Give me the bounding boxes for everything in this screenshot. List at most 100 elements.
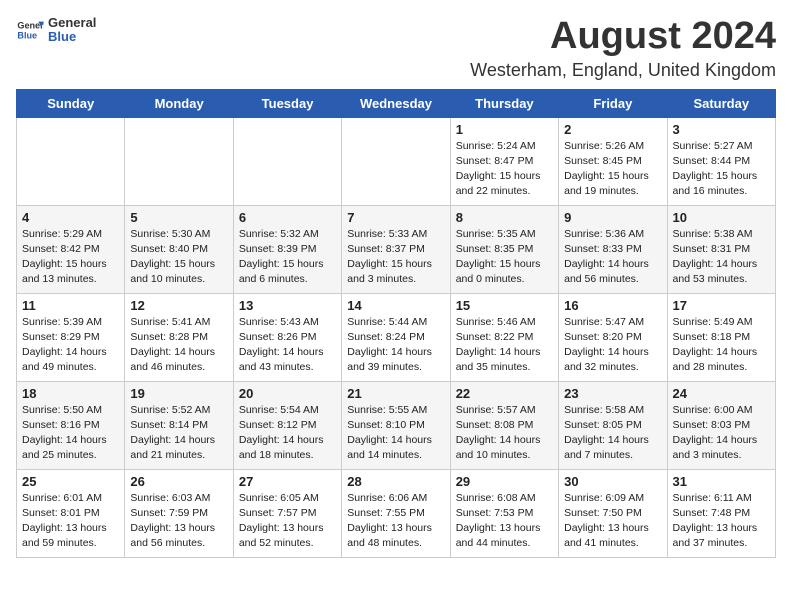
day-number: 10: [673, 210, 770, 225]
week-row-4: 18Sunrise: 5:50 AM Sunset: 8:16 PM Dayli…: [17, 381, 776, 469]
calendar-cell: 11 Sunrise: 5:39 AM Sunset: 8:29 PM Dayli…: [17, 293, 125, 381]
day-number: 6: [239, 210, 336, 225]
day-info: Sunrise: 5:50 AM Sunset: 8:16 PM Dayligh…: [22, 403, 119, 464]
week-row-1: 1 Sunrise: 5:24 AM Sunset: 8:47 PM Daylig…: [17, 117, 776, 205]
calendar-cell: 25 Sunrise: 6:01 AM Sunset: 8:01 PM Dayli…: [17, 469, 125, 557]
day-number: 5: [130, 210, 227, 225]
day-info: Sunrise: 5:36 AM Sunset: 8:33 PM Dayligh…: [564, 227, 661, 288]
day-info: Sunrise: 6:01 AM Sunset: 8:01 PM Dayligh…: [22, 491, 119, 552]
day-info: Sunrise: 5:46 AM Sunset: 8:22 PM Dayligh…: [456, 315, 553, 376]
day-number: 11: [22, 298, 119, 313]
day-info: Sunrise: 5:30 AM Sunset: 8:40 PM Dayligh…: [130, 227, 227, 288]
weekday-header-sunday: Sunday: [17, 89, 125, 117]
weekday-header-wednesday: Wednesday: [342, 89, 450, 117]
calendar-table: SundayMondayTuesdayWednesdayThursdayFrid…: [16, 89, 776, 558]
day-number: 3: [673, 122, 770, 137]
calendar-cell: 23 Sunrise: 5:58 AM Sunset: 8:05 PM Dayli…: [559, 381, 667, 469]
day-info: Sunrise: 5:43 AM Sunset: 8:26 PM Dayligh…: [239, 315, 336, 376]
day-info: Sunrise: 6:05 AM Sunset: 7:57 PM Dayligh…: [239, 491, 336, 552]
logo: General Blue General Blue: [16, 16, 96, 45]
calendar-cell: 28 Sunrise: 6:06 AM Sunset: 7:55 PM Dayli…: [342, 469, 450, 557]
day-info: Sunrise: 5:39 AM Sunset: 8:29 PM Dayligh…: [22, 315, 119, 376]
calendar-cell: 14Sunrise: 5:44 AM Sunset: 8:24 PM Dayli…: [342, 293, 450, 381]
calendar-cell: 10 Sunrise: 5:38 AM Sunset: 8:31 PM Dayli…: [667, 205, 775, 293]
day-info: Sunrise: 6:06 AM Sunset: 7:55 PM Dayligh…: [347, 491, 444, 552]
day-info: Sunrise: 5:57 AM Sunset: 8:08 PM Dayligh…: [456, 403, 553, 464]
day-info: Sunrise: 6:09 AM Sunset: 7:50 PM Dayligh…: [564, 491, 661, 552]
logo-general-text: General: [48, 16, 96, 30]
weekday-header-row: SundayMondayTuesdayWednesdayThursdayFrid…: [17, 89, 776, 117]
weekday-header-saturday: Saturday: [667, 89, 775, 117]
day-number: 29: [456, 474, 553, 489]
month-year-title: August 2024: [470, 16, 776, 58]
calendar-cell: 18Sunrise: 5:50 AM Sunset: 8:16 PM Dayli…: [17, 381, 125, 469]
day-number: 15: [456, 298, 553, 313]
day-info: Sunrise: 5:49 AM Sunset: 8:18 PM Dayligh…: [673, 315, 770, 376]
calendar-cell: 6 Sunrise: 5:32 AM Sunset: 8:39 PM Daylig…: [233, 205, 341, 293]
calendar-cell: 17 Sunrise: 5:49 AM Sunset: 8:18 PM Dayli…: [667, 293, 775, 381]
day-info: Sunrise: 5:54 AM Sunset: 8:12 PM Dayligh…: [239, 403, 336, 464]
day-number: 22: [456, 386, 553, 401]
day-number: 8: [456, 210, 553, 225]
calendar-cell: 2Sunrise: 5:26 AM Sunset: 8:45 PM Daylig…: [559, 117, 667, 205]
day-number: 25: [22, 474, 119, 489]
day-info: Sunrise: 5:33 AM Sunset: 8:37 PM Dayligh…: [347, 227, 444, 288]
day-number: 26: [130, 474, 227, 489]
day-number: 14: [347, 298, 444, 313]
day-number: 30: [564, 474, 661, 489]
day-info: Sunrise: 5:38 AM Sunset: 8:31 PM Dayligh…: [673, 227, 770, 288]
calendar-cell: 29Sunrise: 6:08 AM Sunset: 7:53 PM Dayli…: [450, 469, 558, 557]
location-subtitle: Westerham, England, United Kingdom: [470, 60, 776, 81]
svg-text:Blue: Blue: [17, 31, 37, 41]
calendar-cell: 7Sunrise: 5:33 AM Sunset: 8:37 PM Daylig…: [342, 205, 450, 293]
calendar-cell: 5 Sunrise: 5:30 AM Sunset: 8:40 PM Daylig…: [125, 205, 233, 293]
day-number: 23: [564, 386, 661, 401]
day-info: Sunrise: 5:27 AM Sunset: 8:44 PM Dayligh…: [673, 139, 770, 200]
day-number: 19: [130, 386, 227, 401]
day-number: 13: [239, 298, 336, 313]
day-number: 17: [673, 298, 770, 313]
calendar-cell: 4 Sunrise: 5:29 AM Sunset: 8:42 PM Daylig…: [17, 205, 125, 293]
calendar-cell: 22 Sunrise: 5:57 AM Sunset: 8:08 PM Dayli…: [450, 381, 558, 469]
day-info: Sunrise: 5:24 AM Sunset: 8:47 PM Dayligh…: [456, 139, 553, 200]
day-info: Sunrise: 5:32 AM Sunset: 8:39 PM Dayligh…: [239, 227, 336, 288]
day-number: 16: [564, 298, 661, 313]
weekday-header-thursday: Thursday: [450, 89, 558, 117]
day-info: Sunrise: 5:26 AM Sunset: 8:45 PM Dayligh…: [564, 139, 661, 200]
day-info: Sunrise: 6:03 AM Sunset: 7:59 PM Dayligh…: [130, 491, 227, 552]
weekday-header-friday: Friday: [559, 89, 667, 117]
calendar-cell: [233, 117, 341, 205]
day-number: 28: [347, 474, 444, 489]
calendar-cell: 3 Sunrise: 5:27 AM Sunset: 8:44 PM Daylig…: [667, 117, 775, 205]
day-number: 24: [673, 386, 770, 401]
calendar-cell: [342, 117, 450, 205]
calendar-cell: 19Sunrise: 5:52 AM Sunset: 8:14 PM Dayli…: [125, 381, 233, 469]
title-block: August 2024 Westerham, England, United K…: [470, 16, 776, 81]
header: General Blue General Blue August 2024 We…: [16, 16, 776, 81]
day-number: 1: [456, 122, 553, 137]
day-number: 21: [347, 386, 444, 401]
week-row-2: 4 Sunrise: 5:29 AM Sunset: 8:42 PM Daylig…: [17, 205, 776, 293]
day-number: 9: [564, 210, 661, 225]
calendar-cell: 20Sunrise: 5:54 AM Sunset: 8:12 PM Dayli…: [233, 381, 341, 469]
calendar-cell: 15 Sunrise: 5:46 AM Sunset: 8:22 PM Dayli…: [450, 293, 558, 381]
day-info: Sunrise: 5:41 AM Sunset: 8:28 PM Dayligh…: [130, 315, 227, 376]
calendar-cell: 21Sunrise: 5:55 AM Sunset: 8:10 PM Dayli…: [342, 381, 450, 469]
week-row-3: 11 Sunrise: 5:39 AM Sunset: 8:29 PM Dayli…: [17, 293, 776, 381]
day-number: 12: [130, 298, 227, 313]
day-info: Sunrise: 6:11 AM Sunset: 7:48 PM Dayligh…: [673, 491, 770, 552]
logo-icon: General Blue: [16, 16, 44, 44]
calendar-cell: [125, 117, 233, 205]
day-info: Sunrise: 5:58 AM Sunset: 8:05 PM Dayligh…: [564, 403, 661, 464]
day-info: Sunrise: 5:47 AM Sunset: 8:20 PM Dayligh…: [564, 315, 661, 376]
day-info: Sunrise: 5:29 AM Sunset: 8:42 PM Dayligh…: [22, 227, 119, 288]
day-number: 4: [22, 210, 119, 225]
day-info: Sunrise: 5:35 AM Sunset: 8:35 PM Dayligh…: [456, 227, 553, 288]
calendar-cell: 26 Sunrise: 6:03 AM Sunset: 7:59 PM Dayli…: [125, 469, 233, 557]
calendar-cell: 8 Sunrise: 5:35 AM Sunset: 8:35 PM Daylig…: [450, 205, 558, 293]
calendar-cell: 16 Sunrise: 5:47 AM Sunset: 8:20 PM Dayli…: [559, 293, 667, 381]
calendar-cell: 30 Sunrise: 6:09 AM Sunset: 7:50 PM Dayli…: [559, 469, 667, 557]
day-number: 27: [239, 474, 336, 489]
calendar-cell: 1 Sunrise: 5:24 AM Sunset: 8:47 PM Daylig…: [450, 117, 558, 205]
calendar-cell: 24Sunrise: 6:00 AM Sunset: 8:03 PM Dayli…: [667, 381, 775, 469]
